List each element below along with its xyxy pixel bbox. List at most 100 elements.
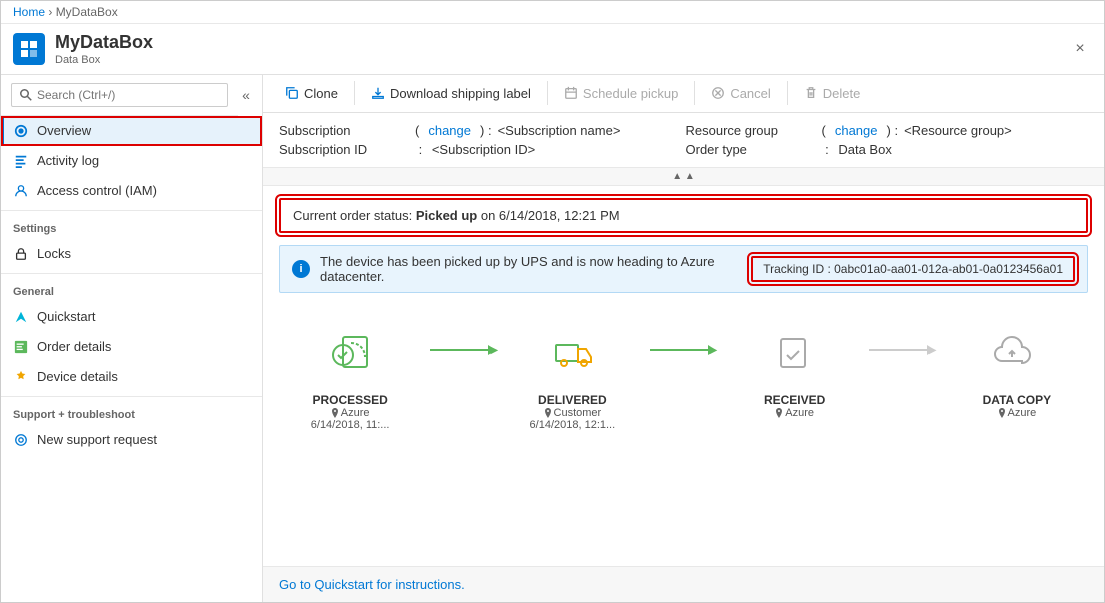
app-icon [13,33,45,65]
info-message-text: The device has been picked up by UPS and… [320,254,751,284]
delivered-date: 6/14/2018, 12:1... [530,419,616,431]
breadcrumb-home[interactable]: Home [13,5,45,19]
sidebar-item-locks[interactable]: Locks [1,239,262,269]
support-section-label: Support + troubleshoot [1,396,262,425]
steps-labels-row: PROCESSED Azure 6/14/2018, 11:... DELIVE… [279,393,1088,439]
cancel-button[interactable]: Cancel [701,81,780,106]
cancel-icon [711,86,725,100]
label-received: RECEIVED Azure [724,393,866,431]
toolbar-divider-2 [547,81,548,105]
processed-name: PROCESSED [312,393,387,407]
connector-1: ▶ [430,325,498,356]
status-text: Current order status: [293,208,416,223]
delete-button[interactable]: Delete [794,81,871,106]
data-copy-location: Azure [998,407,1037,419]
sidebar-item-overview[interactable]: Overview [1,116,262,146]
steps-icons-row: ▶ [279,309,1088,393]
device-details-icon [13,369,29,385]
collapse-bar[interactable]: ▲ ▲ [263,168,1104,186]
activity-log-icon [13,153,29,169]
subscription-id-label: Subscription ID [279,142,409,157]
sidebar-item-activity-log[interactable]: Activity log [1,146,262,176]
order-type-label: Order type [686,142,816,157]
main-layout: « Overview Activity log Access control [1,75,1104,602]
status-date: on 6/14/2018, 12:21 PM [477,208,619,223]
delivered-location: Customer [544,407,602,419]
schedule-icon [564,86,578,100]
sidebar-collapse-button[interactable]: « [238,83,262,107]
access-control-icon [13,183,29,199]
page-subtitle: Data Box [55,54,1068,66]
toolbar-divider-1 [354,81,355,105]
main-panel: Current order status: Picked up on 6/14/… [263,186,1104,566]
app-window: Home › MyDataBox MyDataBox Data Box × « [0,0,1105,603]
sidebar: « Overview Activity log Access control [1,75,263,602]
overview-icon [13,123,29,139]
subscription-id-row: Subscription ID : <Subscription ID> [279,142,682,157]
sidebar-item-device-details[interactable]: Device details [1,362,262,392]
sidebar-item-support[interactable]: New support request [1,425,262,455]
collapse-icon: ▲ ▲ [672,171,695,182]
label-data-copy: DATA COPY Azure [946,393,1088,431]
progress-steps: ▶ [279,309,1088,439]
order-type-value: Data Box [838,142,891,157]
step-delivered [498,325,649,385]
settings-section-label: Settings [1,210,262,239]
quickstart-icon [13,309,29,325]
delivered-name: DELIVERED [538,393,607,407]
data-copy-name: DATA COPY [983,393,1051,407]
content-area: Clone Download shipping label Schedule p… [263,75,1104,602]
sidebar-search [1,75,238,116]
clone-button[interactable]: Clone [275,81,348,106]
sidebar-item-access-control[interactable]: Access control (IAM) [1,176,262,206]
locks-icon [13,246,29,262]
info-icon: i [292,260,310,278]
access-control-label: Access control (IAM) [37,183,157,198]
received-icon [763,325,823,385]
info-bar: Subscription (change) : <Subscription na… [263,113,1104,168]
resource-group-row: Resource group (change) : <Resource grou… [686,123,1089,138]
step-processed [279,325,430,385]
processed-icon [325,325,385,385]
subscription-value: <Subscription name> [498,123,621,138]
support-icon [13,432,29,448]
order-details-icon [13,339,29,355]
resource-group-label: Resource group [686,123,816,138]
schedule-pickup-button[interactable]: Schedule pickup [554,81,688,106]
search-input[interactable] [37,88,219,102]
step-data-copy [937,325,1088,385]
connector-2: ▶ [650,325,718,356]
download-icon [371,86,385,100]
processed-date: 6/14/2018, 11:... [311,419,390,431]
subscription-label: Subscription [279,123,409,138]
sidebar-item-order-details[interactable]: Order details [1,332,262,362]
page-title: MyDataBox [55,32,1068,54]
activity-log-label: Activity log [37,153,99,168]
order-type-row: Order type : Data Box [686,142,1089,157]
quickstart-bar: Go to Quickstart for instructions. [263,566,1104,602]
device-details-label: Device details [37,369,118,384]
data-copy-icon [982,325,1042,385]
locks-label: Locks [37,246,71,261]
resource-group-change-link[interactable]: change [835,123,878,138]
toolbar-divider-3 [694,81,695,105]
clone-icon [285,86,299,100]
status-bold: Picked up [416,208,477,223]
quickstart-label: Quickstart [37,309,96,324]
step-received [717,325,868,385]
titlebar: MyDataBox Data Box × [1,24,1104,75]
sidebar-item-quickstart[interactable]: Quickstart [1,302,262,332]
breadcrumb-current: MyDataBox [56,5,118,19]
download-shipping-label-button[interactable]: Download shipping label [361,81,541,106]
quickstart-link[interactable]: Go to Quickstart for instructions. [279,577,465,592]
processed-location: Azure [331,407,370,419]
connector-3: ▶ [869,325,937,356]
received-name: RECEIVED [764,393,825,407]
label-processed: PROCESSED Azure 6/14/2018, 11:... [279,393,421,431]
received-location: Azure [775,407,814,419]
overview-label: Overview [37,123,91,138]
subscription-change-link[interactable]: change [428,123,471,138]
subscription-row: Subscription (change) : <Subscription na… [279,123,682,138]
toolbar-divider-4 [787,81,788,105]
close-button[interactable]: × [1068,37,1092,61]
